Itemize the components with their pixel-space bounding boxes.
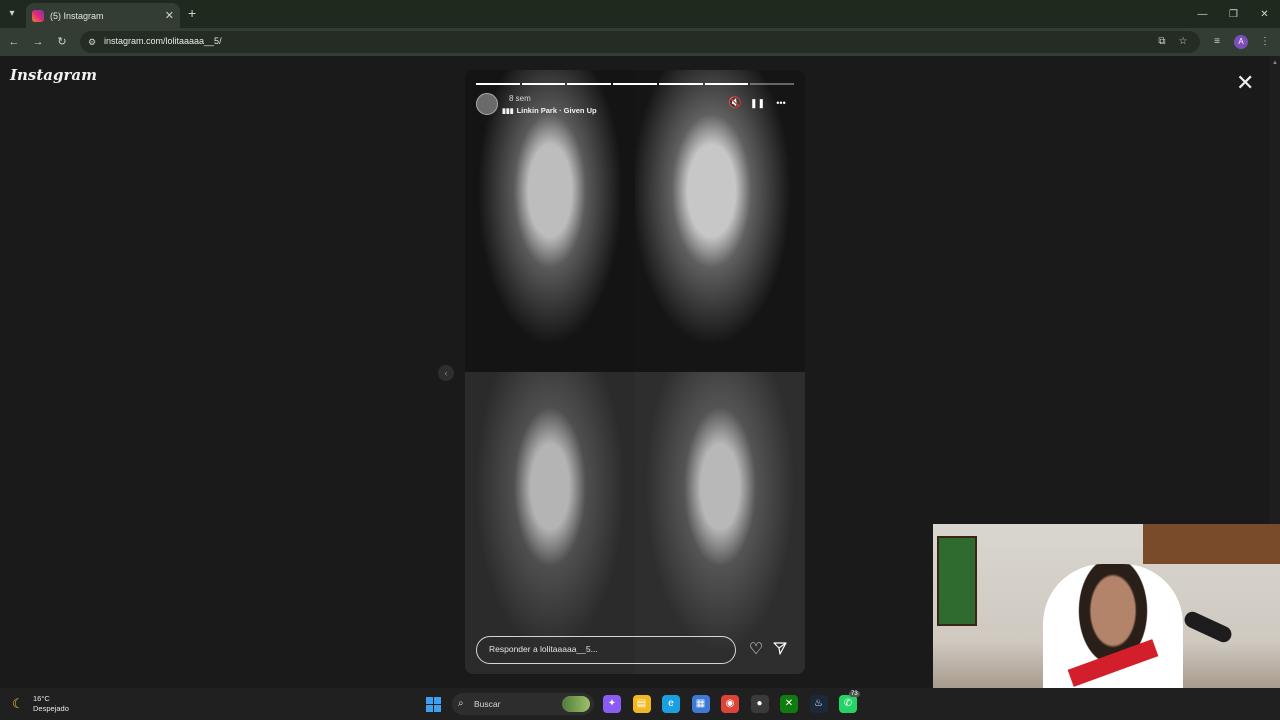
reply-box[interactable]: [476, 636, 736, 664]
xbox-icon[interactable]: ✕: [780, 695, 798, 713]
scroll-up-icon[interactable]: ▲: [1272, 60, 1278, 66]
store-icon[interactable]: ▦: [691, 695, 710, 713]
whatsapp-badge: 73: [849, 691, 860, 697]
story-progress-segment: [567, 83, 612, 85]
mute-icon[interactable]: 🔇: [728, 96, 742, 110]
webcam-microphone: [1181, 609, 1235, 645]
browser-tab-instagram[interactable]: (5) Instagram ✕: [26, 3, 180, 28]
moon-weather-icon[interactable]: ☾: [12, 696, 24, 712]
restore-button[interactable]: ❐: [1218, 0, 1249, 28]
story-progress-segment: [704, 83, 749, 85]
install-app-icon[interactable]: ⧉: [1154, 34, 1170, 50]
whatsapp-icon[interactable]: ✆: [839, 695, 857, 713]
windows-start-icon[interactable]: [426, 697, 441, 712]
kebab-menu-icon[interactable]: ⋮: [1257, 34, 1273, 50]
story-author-avatar[interactable]: [476, 93, 498, 115]
close-viewer-button[interactable]: ✕: [1236, 72, 1254, 94]
tab-title: (5) Instagram: [50, 10, 104, 21]
taskbar-search[interactable]: ⌕ Buscar: [452, 693, 594, 715]
heart-icon[interactable]: ♡: [747, 639, 765, 659]
search-highlight-image: [562, 696, 590, 712]
close-window-button[interactable]: ✕: [1249, 0, 1280, 28]
chevron-down-icon[interactable]: ▾: [4, 6, 20, 22]
story-music-title: Linkin Park · Given Up: [516, 106, 597, 115]
reload-icon[interactable]: ↻: [54, 34, 70, 50]
new-tab-button[interactable]: +: [188, 5, 196, 21]
story-progress-segment: [658, 83, 703, 85]
address-bar[interactable]: ⚙ instagram.com/lolitaaaaa__5/: [80, 31, 1200, 53]
forward-arrow-icon[interactable]: →: [30, 34, 46, 50]
weather-temperature[interactable]: 16°C: [33, 694, 50, 703]
story-photo-top-left: [465, 70, 635, 372]
obs-icon[interactable]: ●: [750, 695, 769, 713]
story-photo-bottom-left: [465, 372, 635, 674]
back-arrow-icon[interactable]: ←: [6, 34, 22, 50]
browser-tabstrip: ▾ (5) Instagram ✕ + — ❐ ✕: [0, 0, 1280, 28]
media-controls-icon[interactable]: ≡: [1209, 34, 1225, 50]
weather-description[interactable]: Despejado: [33, 704, 69, 713]
story-card[interactable]: 8 sem ▮▮▮ Linkin Park · Given Up 🔇 ❚❚ •••…: [465, 70, 805, 674]
close-tab-icon[interactable]: ✕: [165, 9, 174, 22]
instagram-favicon-icon: [32, 9, 44, 22]
story-progress-segment: [750, 83, 795, 85]
browser-toolbar: ← → ↻ ⚙ instagram.com/lolitaaaaa__5/ ⧉ ☆…: [0, 28, 1280, 56]
more-options-icon[interactable]: •••: [774, 96, 788, 110]
search-icon: ⌕: [458, 698, 464, 709]
steam-icon[interactable]: ♨: [809, 695, 828, 713]
chrome-icon[interactable]: ◉: [721, 695, 739, 713]
edge-icon[interactable]: e: [662, 695, 680, 713]
equalizer-icon: ▮▮▮: [502, 108, 514, 115]
minimize-button[interactable]: —: [1187, 0, 1218, 28]
reply-input[interactable]: [489, 644, 729, 654]
copilot-icon[interactable]: ✦: [603, 695, 621, 713]
story-progress-segment: [476, 83, 520, 85]
webcam-shelf: [1143, 524, 1280, 564]
webcam-wall-board: [937, 536, 977, 626]
story-photo-bottom-right: [635, 372, 805, 674]
story-time-ago: 8 sem: [509, 94, 531, 103]
site-info-icon[interactable]: ⚙: [86, 36, 98, 48]
story-photo-top-right: [635, 70, 805, 372]
windows-taskbar: ☾ 16°C Despejado ⌕ Buscar ✦ ▤ e ▦ ◉ ● ✕ ♨ ✆ 73: [0, 688, 1280, 720]
paper-plane-icon[interactable]: [773, 641, 787, 655]
previous-story-button[interactable]: ‹: [438, 365, 454, 381]
story-music-sticker[interactable]: ▮▮▮ Linkin Park · Given Up: [502, 106, 597, 115]
story-progress-segment: [613, 83, 657, 85]
search-label: Buscar: [474, 699, 501, 709]
instagram-logo[interactable]: Instagram: [10, 66, 97, 84]
story-progress-segment: [521, 83, 566, 85]
file-explorer-icon[interactable]: ▤: [632, 695, 651, 713]
profile-avatar[interactable]: A: [1234, 35, 1248, 49]
url-text[interactable]: instagram.com/lolitaaaaa__5/: [104, 36, 222, 46]
window-controls: — ❐ ✕: [1187, 0, 1280, 28]
story-progress-bar: [476, 83, 795, 85]
pause-icon[interactable]: ❚❚: [750, 96, 765, 110]
star-icon[interactable]: ☆: [1175, 34, 1191, 50]
